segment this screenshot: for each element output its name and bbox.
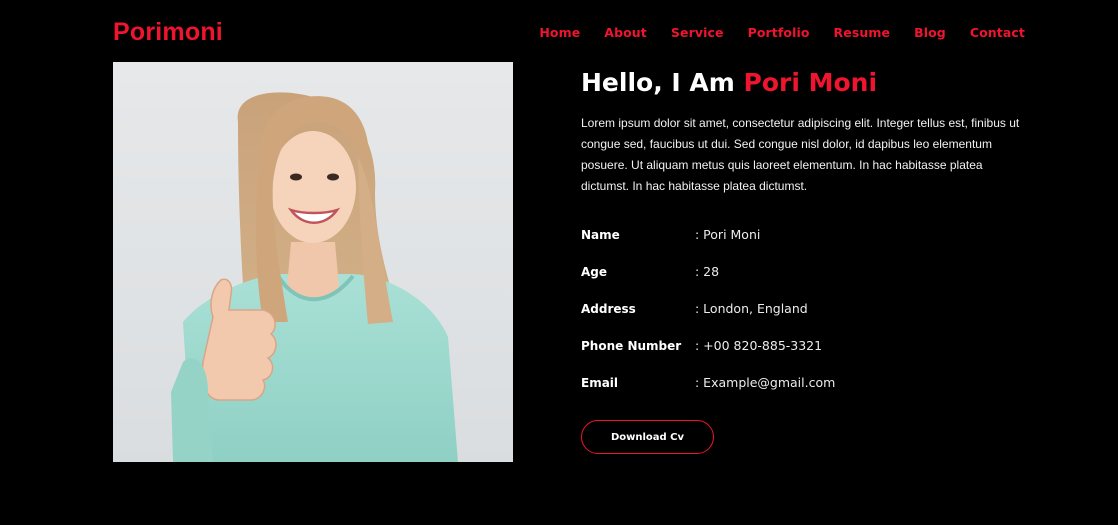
about-title: Hello, I Am Pori Moni	[581, 62, 1025, 104]
nav-item-resume[interactable]: Resume	[834, 25, 891, 40]
portrait-photo-icon	[171, 92, 458, 462]
about-intro: Lorem ipsum dolor sit amet, consectetur …	[581, 116, 1020, 193]
download-cv-button[interactable]: Download Cv	[581, 420, 714, 454]
info-value: : +00 820-885-3321	[695, 338, 823, 353]
info-list: Name : Pori Moni Age : 28 Address : Lond…	[581, 216, 1025, 401]
info-label: Email	[581, 375, 619, 390]
info-value: : 28	[695, 264, 720, 279]
title-name: Pori Moni	[743, 68, 878, 97]
info-label: Age	[581, 264, 608, 279]
info-row-age: Age : 28	[581, 253, 1025, 290]
about-section: Hello, I Am Pori Moni Lorem ipsum dolor …	[581, 62, 1025, 454]
info-value: : London, England	[695, 301, 808, 316]
info-row-email: Email : Example@gmail.com	[581, 364, 1025, 401]
site-header: Porimoni Home About Service Portfolio Re…	[113, 0, 1025, 66]
nav-item-blog[interactable]: Blog	[914, 25, 946, 40]
title-prefix: Hello, I Am	[581, 68, 735, 97]
info-row-address: Address : London, England	[581, 290, 1025, 327]
nav-item-portfolio[interactable]: Portfolio	[748, 25, 810, 40]
main-nav: Home About Service Portfolio Resume Blog…	[539, 25, 1025, 40]
nav-item-contact[interactable]: Contact	[970, 25, 1025, 40]
info-label: Phone Number	[581, 338, 682, 353]
info-value: : Pori Moni	[695, 227, 761, 242]
info-row-phone: Phone Number : +00 820-885-3321	[581, 327, 1025, 364]
nav-item-service[interactable]: Service	[671, 25, 724, 40]
nav-item-home[interactable]: Home	[539, 25, 580, 40]
nav-item-about[interactable]: About	[604, 25, 647, 40]
profile-photo	[113, 62, 513, 462]
page: Porimoni Home About Service Portfolio Re…	[0, 0, 1118, 525]
info-value: : Example@gmail.com	[695, 375, 836, 390]
info-row-name: Name : Pori Moni	[581, 216, 1025, 253]
info-label: Address	[581, 301, 636, 316]
info-label: Name	[581, 227, 620, 242]
site-logo[interactable]: Porimoni	[113, 18, 223, 47]
